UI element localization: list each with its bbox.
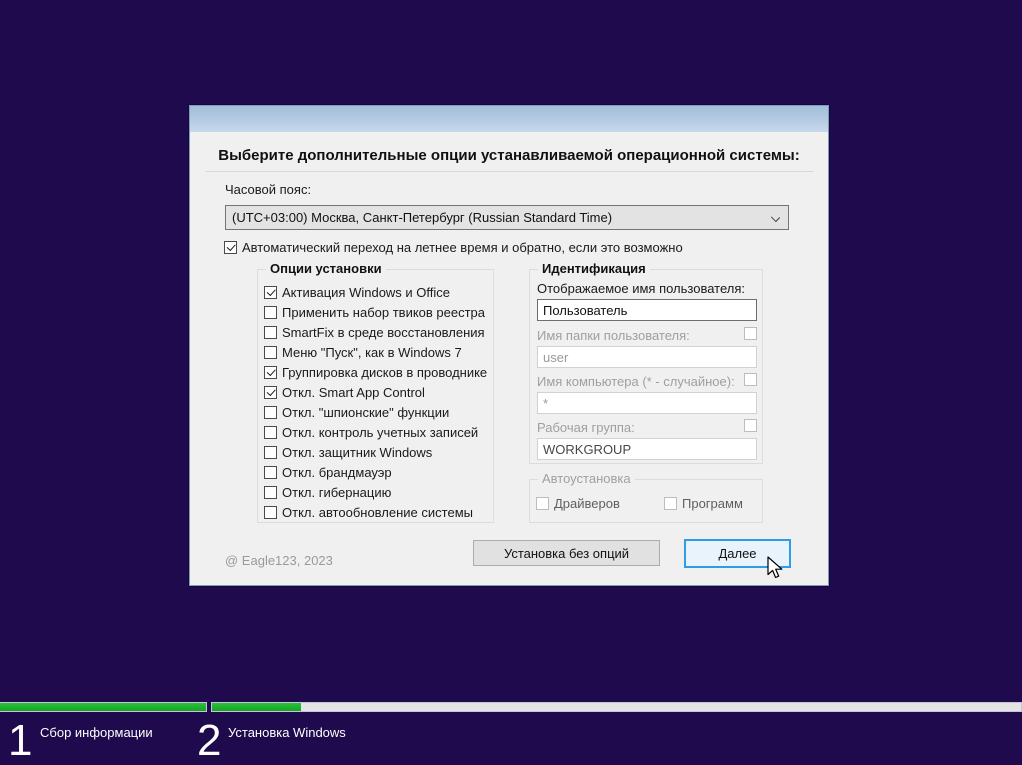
autoinstall-group: Автоустановка Драйверов Программ: [529, 471, 763, 523]
computer-name-input[interactable]: [537, 392, 757, 414]
autoinstall-title: Автоустановка: [538, 471, 635, 487]
option-row[interactable]: Активация Windows и Office: [264, 282, 489, 302]
step2-progress-fill: [212, 703, 301, 711]
drivers-checkbox[interactable]: [536, 497, 549, 510]
step1-progress-bar: [0, 702, 207, 712]
option-checkbox[interactable]: [264, 505, 277, 519]
computer-name-label: Имя компьютера (* - случайное):: [537, 374, 735, 389]
option-row[interactable]: Применить набор твиков реестра: [264, 302, 489, 322]
dst-checkbox-label: Автоматический переход на летнее время и…: [242, 239, 683, 255]
folder-name-input[interactable]: [537, 346, 757, 368]
option-label: Откл. брандмауэр: [282, 464, 392, 480]
step2-progress-bar: [211, 702, 1022, 712]
dialog-heading: Выберите дополнительные опции устанавлив…: [218, 147, 800, 164]
display-name-label: Отображаемое имя пользователя:: [537, 281, 746, 296]
step1-number: 1: [8, 716, 33, 765]
install-without-options-button[interactable]: Установка без опций: [473, 540, 660, 566]
timezone-label: Часовой пояс:: [225, 182, 312, 197]
folder-name-label: Имя папки пользователя:: [537, 328, 690, 343]
option-row[interactable]: Откл. гибернацию: [264, 482, 489, 502]
option-checkbox[interactable]: [264, 325, 277, 339]
step2-number: 2: [197, 716, 222, 765]
heading-divider: [206, 171, 814, 172]
option-label: Откл. "шпионские" функции: [282, 404, 450, 420]
option-label: Группировка дисков в проводнике: [282, 364, 488, 380]
option-label: Применить набор твиков реестра: [282, 304, 486, 320]
folder-name-enable-checkbox[interactable]: [744, 327, 757, 340]
computer-name-enable-checkbox[interactable]: [744, 373, 757, 386]
option-row[interactable]: Меню "Пуск", как в Windows 7: [264, 342, 489, 362]
option-label: Откл. автообновление системы: [282, 504, 473, 520]
install-options-title: Опции установки: [266, 261, 386, 277]
chevron-down-icon: [770, 212, 781, 223]
option-checkbox[interactable]: [264, 425, 277, 439]
option-label: Меню "Пуск", как в Windows 7: [282, 344, 462, 360]
dst-checkbox[interactable]: [224, 240, 237, 254]
programs-checkbox[interactable]: [664, 497, 677, 510]
option-label: Активация Windows и Office: [282, 284, 451, 300]
option-label: Откл. Smart App Control: [282, 384, 425, 400]
option-row[interactable]: Откл. брандмауэр: [264, 462, 489, 482]
copyright-text: @ Eagle123, 2023: [225, 553, 333, 568]
option-row[interactable]: Откл. "шпионские" функции: [264, 402, 489, 422]
option-checkbox[interactable]: [264, 365, 277, 379]
drivers-label: Драйверов: [554, 496, 620, 511]
identification-group: Идентификация Отображаемое имя пользоват…: [529, 261, 763, 464]
option-checkbox[interactable]: [264, 345, 277, 359]
option-checkbox[interactable]: [264, 305, 277, 319]
display-name-input[interactable]: [537, 299, 757, 321]
timezone-selected-value: (UTC+03:00) Москва, Санкт-Петербург (Rus…: [232, 210, 613, 225]
workgroup-label: Рабочая группа:: [537, 420, 635, 435]
option-checkbox[interactable]: [264, 465, 277, 479]
option-checkbox[interactable]: [264, 285, 277, 299]
dialog-titlebar[interactable]: [190, 106, 828, 132]
option-checkbox[interactable]: [264, 445, 277, 459]
workgroup-input[interactable]: [537, 438, 757, 460]
option-row[interactable]: Группировка дисков в проводнике: [264, 362, 489, 382]
mouse-cursor-icon: [767, 556, 783, 579]
option-checkbox[interactable]: [264, 405, 277, 419]
option-row[interactable]: Откл. Smart App Control: [264, 382, 489, 402]
option-label: SmartFix в среде восстановления: [282, 324, 485, 340]
option-row[interactable]: SmartFix в среде восстановления: [264, 322, 489, 342]
install-options-list: Активация Windows и Office Применить наб…: [264, 282, 489, 522]
autoinstall-programs-row[interactable]: Программ: [664, 496, 743, 511]
option-checkbox[interactable]: [264, 385, 277, 399]
option-row[interactable]: Откл. автообновление системы: [264, 502, 489, 522]
option-label: Откл. контроль учетных записей: [282, 424, 479, 440]
step2-label: Установка Windows: [228, 725, 346, 740]
workgroup-enable-checkbox[interactable]: [744, 419, 757, 432]
timezone-dropdown[interactable]: (UTC+03:00) Москва, Санкт-Петербург (Rus…: [225, 205, 789, 230]
install-options-group: Опции установки Активация Windows и Offi…: [257, 261, 494, 523]
option-label: Откл. защитник Windows: [282, 444, 433, 460]
option-row[interactable]: Откл. защитник Windows: [264, 442, 489, 462]
step1-progress-fill: [0, 703, 206, 711]
option-row[interactable]: Откл. контроль учетных записей: [264, 422, 489, 442]
options-dialog: Выберите дополнительные опции устанавлив…: [189, 105, 829, 586]
option-checkbox[interactable]: [264, 485, 277, 499]
autoinstall-drivers-row[interactable]: Драйверов: [536, 496, 620, 511]
setup-background: Выберите дополнительные опции устанавлив…: [0, 0, 1022, 765]
step1-label: Сбор информации: [40, 725, 153, 740]
identification-title: Идентификация: [538, 261, 650, 277]
option-label: Откл. гибернацию: [282, 484, 392, 500]
dst-checkbox-row[interactable]: Автоматический переход на летнее время и…: [224, 237, 683, 257]
programs-label: Программ: [682, 496, 743, 511]
